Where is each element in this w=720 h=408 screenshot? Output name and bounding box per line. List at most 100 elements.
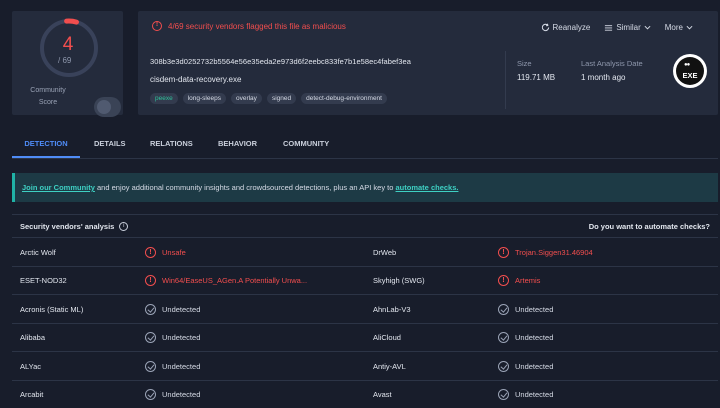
table-row: Alibaba Undetected AliCloud Undetected (12, 324, 718, 352)
exe-file-type: EXE (682, 71, 698, 80)
file-actions: Reanalyze Similar More (527, 20, 719, 34)
vendor-name: Antiy-AVL (373, 361, 406, 371)
vendor-name: ESET-NOD32 (20, 276, 67, 285)
exe-file-badge: ●● EXE (676, 57, 704, 85)
vendor-result: Trojan.Siggen31.46904 (498, 238, 593, 266)
detection-score: 4 (62, 34, 74, 55)
reanalyze-label: Reanalyze (552, 22, 591, 32)
last-analysis-value: 1 month ago (581, 73, 626, 82)
banner-text: and enjoy additional community insights … (94, 183, 396, 192)
similar-label: Similar (616, 22, 641, 32)
vendor-result: Undetected (145, 324, 200, 352)
vendors-analysis: Security vendors' analysis i Do you want… (12, 214, 718, 408)
table-row: Acronis (Static ML) Undetected AhnLab-V3… (12, 295, 718, 324)
result-text: Undetected (515, 361, 554, 371)
table-row: ALYac Undetected Antiy-AVL Undetected (12, 352, 718, 381)
detection-total: / 69 (58, 56, 72, 65)
detection-score-card: 4 / 69 Community Score (12, 11, 123, 117)
file-info-card: 4/69 security vendors flagged this file … (138, 11, 718, 115)
similar-button[interactable]: Similar (604, 22, 651, 32)
result-text: Undetected (162, 361, 201, 371)
last-analysis-label: Last Analysis Date (581, 59, 643, 68)
tab-behavior[interactable]: BEHAVIOR (206, 133, 272, 158)
result-text: Unsafe (162, 247, 186, 257)
vendor-result: Artemis (498, 267, 540, 295)
vendor-name: AhnLab-V3 (373, 304, 411, 314)
tag-overlay[interactable]: overlay (230, 93, 262, 104)
join-community-link[interactable]: Join our Community (22, 183, 95, 192)
automate-checks-question[interactable]: Do you want to automate checks? (589, 222, 710, 231)
tab-relations[interactable]: RELATIONS (138, 133, 206, 158)
malicious-flag: 4/69 security vendors flagged this file … (152, 21, 346, 31)
vendor-name: Arcabit (20, 390, 44, 399)
tab-detection[interactable]: DETECTION (12, 133, 80, 158)
vendor-result: Win64/EaseUS_AGen.A Potentially Unwa... (145, 267, 307, 295)
vendor-name: ALYac (20, 361, 41, 371)
refresh-icon (541, 23, 549, 31)
vendor-name: Skyhigh (SWG) (373, 276, 425, 285)
info-icon[interactable]: i (119, 221, 129, 231)
community-score-knob (97, 100, 111, 114)
reanalyze-button[interactable]: Reanalyze (541, 22, 591, 32)
vendor-name: Arctic Wolf (20, 247, 56, 257)
chevron-down-icon (644, 25, 651, 29)
vendor-result: Undetected (498, 295, 553, 323)
size-value: 119.71 MB (517, 73, 556, 82)
info-divider (505, 51, 506, 109)
vendor-result: Undetected (145, 295, 200, 323)
table-row: ESET-NOD32 Win64/EaseUS_AGen.A Potential… (12, 267, 718, 295)
community-score-label: Community Score (30, 87, 66, 106)
file-name: cisdem-data-recovery.exe (150, 75, 242, 84)
analysis-header: Security vendors' analysis i Do you want… (12, 214, 718, 238)
malicious-flag-text: 4/69 security vendors flagged this file … (168, 21, 346, 31)
size-label: Size (517, 59, 532, 68)
check-circle-icon (145, 389, 156, 400)
check-circle-icon (498, 303, 509, 315)
vendor-result: Undetected (498, 381, 553, 408)
dots-icon: ●● (684, 62, 690, 68)
vendor-name: AliCloud (373, 333, 401, 342)
tab-community[interactable]: COMMUNITY (272, 133, 362, 158)
check-circle-icon (145, 332, 156, 343)
analysis-title: Security vendors' analysis (20, 221, 115, 231)
result-text: Undetected (515, 390, 554, 399)
vendor-result: Unsafe (145, 238, 186, 266)
result-text: Artemis (515, 276, 541, 285)
alert-icon (152, 21, 162, 31)
vendor-name: DrWeb (373, 247, 397, 257)
chevron-down-icon (686, 25, 693, 29)
similar-icon (605, 24, 613, 31)
check-circle-icon (145, 360, 156, 372)
community-banner: Join our Community and enjoy additional … (12, 173, 718, 202)
vendor-name: Avast (373, 390, 392, 399)
table-row: Arctic Wolf Unsafe DrWeb Trojan.Siggen31… (12, 238, 718, 267)
vendor-name: Alibaba (20, 333, 46, 342)
vendor-name: Acronis (Static ML) (20, 304, 84, 314)
tag-detect-debug-environment[interactable]: detect-debug-environment (301, 93, 387, 104)
result-text: Undetected (515, 304, 554, 314)
file-tags: peexe long-sleeps overlay signed detect-… (150, 93, 387, 104)
alert-icon (145, 246, 156, 258)
tag-peexe[interactable]: peexe (150, 93, 178, 104)
more-label: More (664, 22, 683, 32)
check-circle-icon (145, 303, 156, 315)
tag-long-sleeps[interactable]: long-sleeps (182, 93, 226, 104)
result-text: Trojan.Siggen31.46904 (515, 247, 593, 257)
vendor-result: Undetected (145, 381, 200, 408)
file-hash[interactable]: 308b3e3d0252732b5564e56e35eda2e973d6f2ee… (150, 57, 411, 66)
check-circle-icon (498, 360, 509, 372)
alert-icon (498, 246, 509, 258)
tab-details[interactable]: DETAILS (80, 133, 138, 158)
check-circle-icon (498, 332, 509, 343)
more-button[interactable]: More (665, 23, 693, 32)
automate-checks-link[interactable]: automate checks. (396, 183, 459, 192)
exe-file-icon: ●● EXE (673, 54, 707, 88)
result-text: Undetected (162, 333, 201, 342)
alert-icon (498, 275, 509, 286)
community-score-vote[interactable] (94, 97, 121, 117)
vendor-result: Undetected (145, 352, 200, 380)
result-text: Undetected (162, 390, 201, 399)
check-circle-icon (498, 389, 509, 400)
vendor-result: Undetected (498, 324, 553, 352)
tag-signed[interactable]: signed (266, 93, 297, 104)
